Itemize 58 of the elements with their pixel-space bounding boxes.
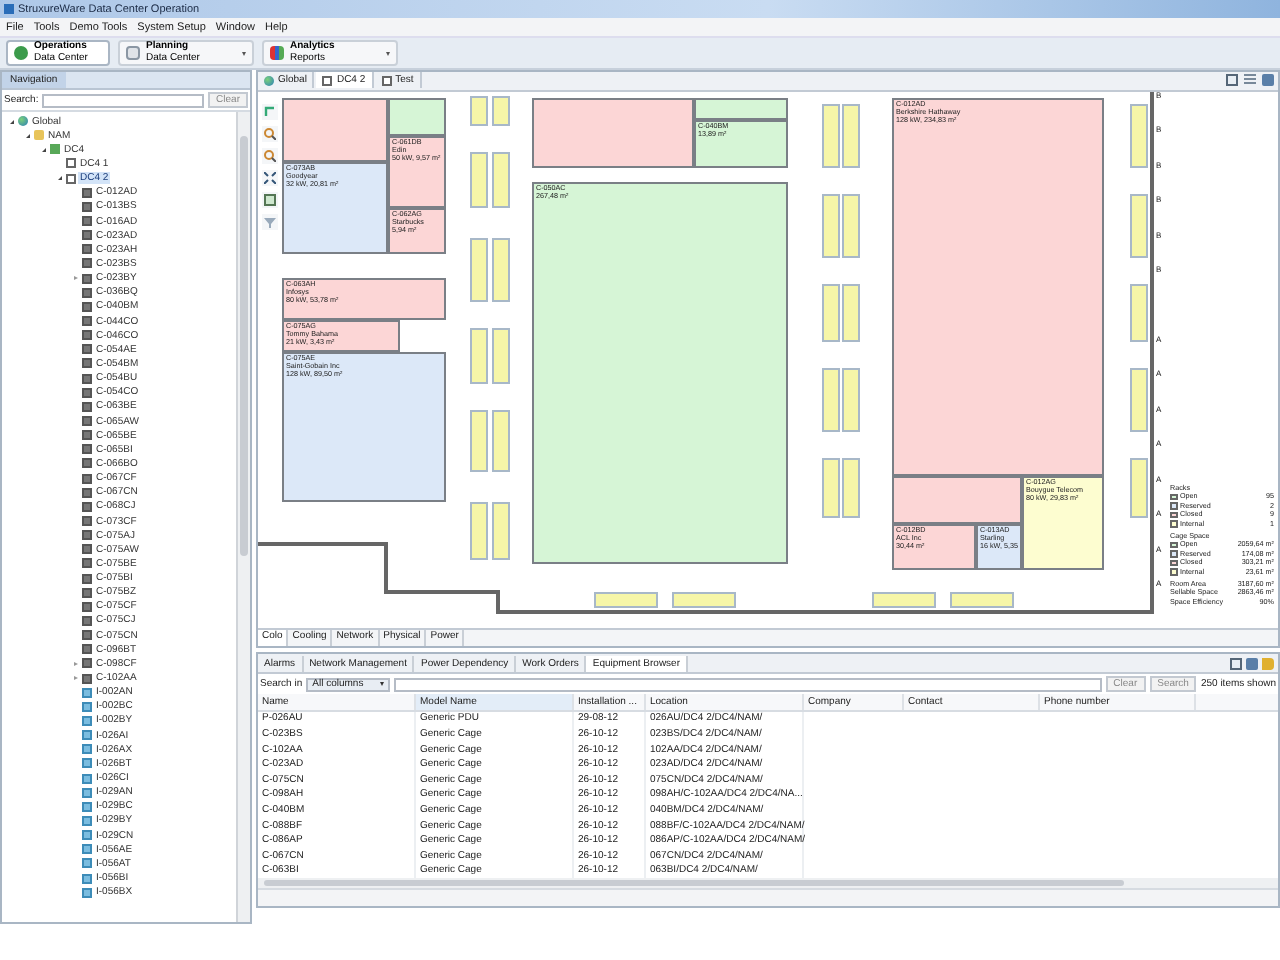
folder-icon — [33, 130, 43, 141]
rack[interactable] — [822, 193, 840, 258]
pointer-icon[interactable] — [262, 103, 278, 120]
rack[interactable] — [492, 95, 510, 126]
cage[interactable] — [892, 475, 1022, 524]
perspective-icon — [270, 46, 284, 60]
rack[interactable] — [492, 151, 510, 208]
rack[interactable] — [1130, 103, 1148, 168]
rack[interactable] — [822, 367, 840, 432]
rack[interactable] — [950, 591, 1014, 608]
grid-icon[interactable] — [262, 191, 278, 208]
rack[interactable] — [470, 327, 488, 384]
rack[interactable] — [470, 95, 488, 126]
tag-icon[interactable] — [1262, 657, 1274, 669]
perspective-icon — [14, 46, 28, 60]
rack[interactable] — [1130, 367, 1148, 432]
cage[interactable] — [532, 97, 694, 168]
globe-icon — [17, 116, 27, 127]
rack[interactable] — [672, 591, 736, 608]
cage[interactable] — [694, 97, 788, 120]
search-field[interactable] — [394, 677, 1102, 691]
rack[interactable] — [842, 367, 860, 432]
rack[interactable] — [822, 103, 840, 168]
rack[interactable] — [872, 591, 936, 608]
rack[interactable] — [492, 409, 510, 472]
rack[interactable] — [492, 501, 510, 560]
rack[interactable] — [470, 237, 488, 302]
rack[interactable] — [822, 283, 840, 342]
zoom-out-icon[interactable] — [262, 147, 278, 164]
rack[interactable] — [1130, 457, 1148, 518]
rack[interactable] — [470, 151, 488, 208]
table-icon[interactable] — [1230, 657, 1242, 669]
rack[interactable] — [842, 193, 860, 258]
rack[interactable] — [470, 409, 488, 472]
rack[interactable] — [842, 457, 860, 518]
monitor-icon[interactable] — [1246, 657, 1258, 669]
filter-icon[interactable] — [262, 213, 278, 230]
rack[interactable] — [842, 103, 860, 168]
rack[interactable] — [1130, 283, 1148, 342]
settings-icon[interactable] — [1262, 74, 1274, 87]
rack[interactable] — [492, 237, 510, 302]
rack[interactable] — [822, 457, 840, 518]
search-field[interactable] — [42, 93, 205, 107]
fit-icon[interactable] — [262, 169, 278, 186]
list-icon[interactable] — [1244, 74, 1256, 87]
app-icon — [4, 4, 14, 14]
scrollbar[interactable] — [236, 112, 250, 922]
rack[interactable] — [594, 591, 658, 608]
cage[interactable] — [388, 97, 446, 136]
view-icon[interactable] — [1226, 74, 1238, 87]
zoom-in-icon[interactable] — [262, 125, 278, 142]
rack[interactable] — [842, 283, 860, 342]
rack[interactable] — [1130, 193, 1148, 258]
building-icon — [49, 144, 59, 155]
perspective-icon — [126, 46, 140, 60]
rack[interactable] — [492, 327, 510, 384]
scrollbar[interactable] — [258, 878, 1278, 888]
rack[interactable] — [470, 501, 488, 560]
